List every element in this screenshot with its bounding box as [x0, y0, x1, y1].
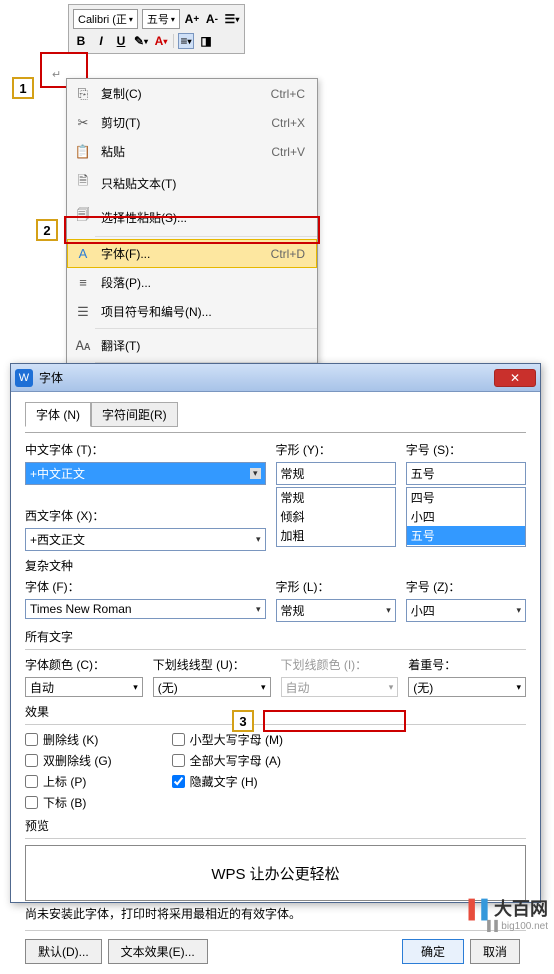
preview-label: 预览	[25, 817, 526, 834]
smallcaps-checkbox[interactable]: 小型大写字母 (M)	[172, 731, 283, 748]
dialog-title: 字体	[39, 369, 494, 386]
dialog-titlebar[interactable]: W 字体 ✕	[11, 364, 540, 392]
translate-icon: 🗛	[73, 338, 93, 354]
subscript-checkbox[interactable]: 下标 (B)	[25, 794, 112, 811]
emphasis-label: 着重号：	[408, 656, 526, 673]
style-input[interactable]: 常规	[276, 462, 396, 485]
complex-style-label: 字形 (L)：	[276, 578, 396, 595]
callout-2: 2	[36, 219, 58, 241]
shrink-font-icon[interactable]: A-	[204, 11, 220, 27]
preview-box: WPS 让办公更轻松	[25, 845, 526, 901]
menu-cut[interactable]: ✂剪切(T)Ctrl+X	[67, 108, 317, 137]
complex-size-select[interactable]: 小四▾	[406, 599, 526, 622]
menu-copy[interactable]: ⎘复制(C)Ctrl+C	[67, 79, 317, 108]
align-button[interactable]: ≡▾	[178, 33, 194, 49]
complex-style-select[interactable]: 常规▾	[276, 599, 396, 622]
font-dialog: W 字体 ✕ 字体 (N) 字符间距(R) 中文字体 (T)： +中文正文▾ 字…	[10, 363, 541, 903]
callout-3: 3	[232, 710, 254, 732]
paragraph-icon: ≡	[73, 275, 93, 290]
eraser-icon[interactable]: ◨	[198, 33, 214, 49]
menu-paragraph[interactable]: ≡段落(P)...	[67, 268, 317, 297]
en-font-select[interactable]: +西文正文▾	[25, 528, 266, 551]
tab-spacing[interactable]: 字符间距(R)	[91, 402, 178, 427]
complex-font-label: 字体 (F)：	[25, 578, 266, 595]
grow-font-icon[interactable]: A+	[184, 11, 200, 27]
menu-translate[interactable]: 🗛翻译(T)	[67, 331, 317, 360]
menu-paste-text[interactable]: 🗎只粘贴文本(T)	[67, 166, 317, 200]
font-name-select[interactable]: Calibri (正▾	[73, 9, 138, 29]
clipboard-icon: 📋	[73, 144, 93, 160]
complex-size-label: 字号 (Z)：	[406, 578, 526, 595]
underline-style-label: 下划线线型 (U)：	[153, 656, 271, 673]
size-label: 字号 (S)：	[406, 441, 526, 458]
emphasis-select[interactable]: (无)▾	[408, 677, 526, 697]
paste-text-icon: 🗎	[73, 172, 93, 194]
complex-script-label: 复杂文种	[25, 557, 526, 574]
en-font-label: 西文字体 (X)：	[25, 507, 266, 524]
list-icon: ☰	[73, 304, 93, 320]
underline-color-label: 下划线颜色 (I)：	[281, 656, 399, 673]
font-size-select[interactable]: 五号▾	[142, 9, 180, 29]
ok-button[interactable]: 确定	[402, 939, 464, 964]
callout-2-highlight	[64, 216, 320, 244]
font-color-button[interactable]: A▾	[153, 33, 169, 49]
strike-checkbox[interactable]: 删除线 (K)	[25, 731, 112, 748]
font-a-icon: A	[73, 246, 93, 261]
font-color-label: 字体颜色 (C)：	[25, 656, 143, 673]
underline-color-select: 自动▾	[281, 677, 399, 697]
callout-3-highlight	[263, 710, 406, 732]
size-input[interactable]: 五号	[406, 462, 526, 485]
menu-bullets[interactable]: ☰项目符号和编号(N)...	[67, 297, 317, 326]
dstrike-checkbox[interactable]: 双删除线 (G)	[25, 752, 112, 769]
watermark: ▌▌大百网 ▌▌big100.net	[468, 895, 548, 932]
superscript-checkbox[interactable]: 上标 (P)	[25, 773, 112, 790]
callout-1: 1	[12, 77, 34, 99]
font-note: 尚未安装此字体，打印时将采用最相近的有效字体。	[25, 905, 526, 922]
close-button[interactable]: ✕	[494, 369, 536, 387]
style-label: 字形 (Y)：	[276, 441, 396, 458]
copy-icon: ⎘	[73, 86, 93, 102]
cancel-button[interactable]: 取消	[470, 939, 520, 964]
all-text-label: 所有文字	[25, 628, 526, 645]
underline-button[interactable]: U	[113, 33, 129, 49]
scissors-icon: ✂	[73, 115, 93, 131]
bold-button[interactable]: B	[73, 33, 89, 49]
highlight-button[interactable]: ✎▾	[133, 33, 149, 49]
line-spacing-icon[interactable]: ☰▾	[224, 11, 240, 27]
underline-style-select[interactable]: (无)▾	[153, 677, 271, 697]
cn-font-select[interactable]: +中文正文▾	[25, 462, 266, 485]
default-button[interactable]: 默认(D)...	[25, 939, 102, 964]
text-effects-button[interactable]: 文本效果(E)...	[108, 939, 208, 964]
formatting-toolbar: Calibri (正▾ 五号▾ A+ A- ☰▾ B I U ✎▾ A▾ ≡▾ …	[68, 4, 245, 54]
allcaps-checkbox[interactable]: 全部大写字母 (A)	[172, 752, 283, 769]
hidden-checkbox[interactable]: 隐藏文字 (H)	[172, 773, 283, 790]
tab-font[interactable]: 字体 (N)	[25, 402, 91, 427]
font-color-select[interactable]: 自动▾	[25, 677, 143, 697]
italic-button[interactable]: I	[93, 33, 109, 49]
complex-font-select[interactable]: Times New Roman▾	[25, 599, 266, 619]
app-icon: W	[15, 369, 33, 387]
cn-font-label: 中文字体 (T)：	[25, 441, 266, 458]
menu-paste[interactable]: 📋粘贴Ctrl+V	[67, 137, 317, 166]
